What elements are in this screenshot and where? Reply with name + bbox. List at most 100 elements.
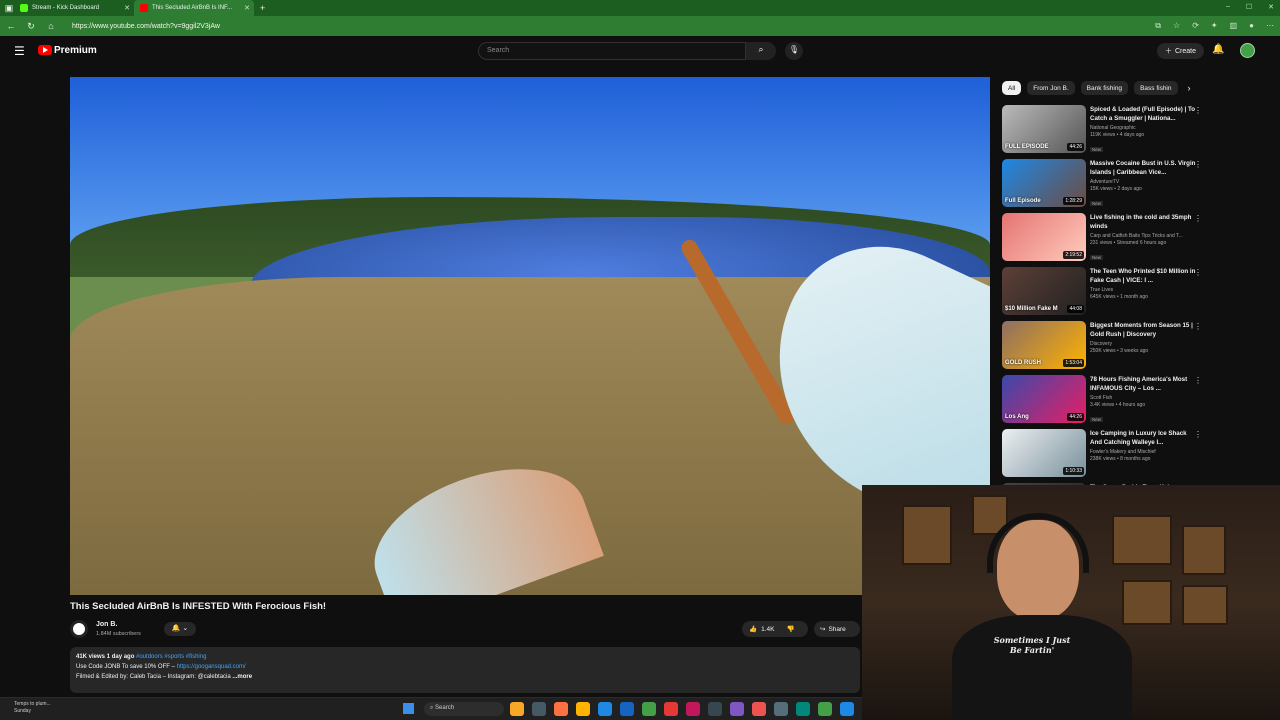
hashtags[interactable]: #outdoors #sports #fishing <box>136 654 206 660</box>
chip-bass-fishing[interactable]: Bass fishin <box>1134 81 1178 95</box>
recommendation-channel[interactable]: Carp and Catfish Baits Tips Tricks and T… <box>1090 233 1200 239</box>
more-actions-icon[interactable]: ⋮ <box>1194 214 1202 223</box>
reload-icon[interactable]: ↻ <box>26 21 36 32</box>
taskbar-app-icon[interactable] <box>532 702 546 716</box>
video-thumbnail[interactable]: 2:19:52 <box>1002 213 1086 261</box>
premium-brand[interactable]: Premium <box>54 45 97 56</box>
recommendation-channel[interactable]: AdventureTV <box>1090 179 1200 185</box>
like-icon[interactable]: 👍 <box>749 625 757 633</box>
recommendation-channel[interactable]: Discovery <box>1090 341 1200 347</box>
taskbar-app-icon[interactable] <box>752 702 766 716</box>
weather-widget[interactable]: Temps to plum... Sunday <box>14 701 51 715</box>
recommendation-title[interactable]: Spiced & Loaded (Full Episode) | To Catc… <box>1090 105 1200 123</box>
taskbar-app-icon[interactable] <box>642 702 656 716</box>
dislike-icon[interactable]: 👎 <box>786 625 794 633</box>
more-actions-icon[interactable]: ⋮ <box>1194 322 1202 331</box>
install-app-icon[interactable]: ⧉ <box>1155 21 1161 31</box>
taskbar-app-icon[interactable] <box>576 702 590 716</box>
extension-icon[interactable]: ⟳ <box>1192 21 1199 31</box>
search-button[interactable]: ⌕ <box>746 42 776 60</box>
maximize-icon[interactable]: ☐ <box>1246 3 1252 11</box>
tab-youtube-video[interactable]: This Secluded AirBnB Is INF... ✕ <box>134 0 254 16</box>
taskbar-app-icon[interactable] <box>664 702 678 716</box>
taskbar-app-icon[interactable] <box>708 702 722 716</box>
tab-actions-icon[interactable]: ▣ <box>4 3 14 14</box>
close-tab-icon[interactable]: ✕ <box>244 4 250 12</box>
recommendation-item[interactable]: 2:19:52 Live fishing in the cold and 35mp… <box>1002 213 1212 267</box>
close-tab-icon[interactable]: ✕ <box>124 4 130 12</box>
more-actions-icon[interactable]: ⋮ <box>1194 160 1202 169</box>
taskbar-app-icon[interactable] <box>510 702 524 716</box>
account-avatar[interactable] <box>1240 43 1255 58</box>
video-thumbnail[interactable]: FULL EPISODE 44:26 <box>1002 105 1086 153</box>
voice-search-button[interactable]: 🎙 <box>785 42 803 60</box>
recommendation-channel[interactable]: National Geographic <box>1090 125 1200 131</box>
recommendation-channel[interactable]: Fowler's Makery and Mischief <box>1090 449 1200 455</box>
video-thumbnail[interactable]: $10 Million Fake M 44:08 <box>1002 267 1086 315</box>
recommendation-item[interactable]: GOLD RUSH 1:53:04 Biggest Moments from Sea… <box>1002 321 1212 375</box>
recommendation-title[interactable]: Biggest Moments from Season 15 | Gold Ru… <box>1090 321 1200 339</box>
taskbar-app-icon[interactable] <box>818 702 832 716</box>
taskbar-app-icon[interactable] <box>598 702 612 716</box>
recommendation-item[interactable]: 1:10:33 Ice Camping in Luxury Ice Shack A… <box>1002 429 1212 483</box>
puzzle-icon[interactable]: ✦ <box>1211 21 1218 31</box>
recommendation-item[interactable]: Los Ang 44:26 78 Hours Fishing America's M… <box>1002 375 1212 429</box>
more-actions-icon[interactable]: ⋮ <box>1194 106 1202 115</box>
video-player[interactable] <box>70 77 990 595</box>
chip-all[interactable]: All <box>1002 81 1022 95</box>
more-actions-icon[interactable]: ⋮ <box>1194 376 1202 385</box>
channel-avatar[interactable] <box>70 620 88 638</box>
description-link[interactable]: https://googansquad.com/ <box>177 664 246 670</box>
chip-from-channel[interactable]: From Jon B. <box>1027 81 1075 95</box>
video-thumbnail[interactable]: 1:10:33 <box>1002 429 1086 477</box>
home-icon[interactable]: ⌂ <box>46 21 56 31</box>
youtube-logo-icon[interactable] <box>38 45 52 55</box>
recommendation-title[interactable]: The Teen Who Printed $10 Million in Fake… <box>1090 267 1200 285</box>
tab-kick-dashboard[interactable]: Stream - Kick Dashboard ✕ <box>14 0 134 16</box>
taskbar-app-icon[interactable] <box>840 702 854 716</box>
sidebar-icon[interactable]: ▥ <box>1230 21 1238 31</box>
more-actions-icon[interactable]: ⋮ <box>1194 268 1202 277</box>
taskbar-app-icon[interactable] <box>730 702 744 716</box>
description-box[interactable]: 41K views 1 day ago #outdoors #sports #f… <box>70 647 860 693</box>
recommendation-title[interactable]: Ice Camping in Luxury Ice Shack And Catc… <box>1090 429 1200 447</box>
windows-start-icon[interactable] <box>403 703 414 714</box>
recommendation-item[interactable]: Full Episode 1:28:29 Massive Cocaine Bust … <box>1002 159 1212 213</box>
video-thumbnail[interactable]: Los Ang 44:26 <box>1002 375 1086 423</box>
taskbar-app-icon[interactable] <box>774 702 788 716</box>
recommendation-item[interactable]: $10 Million Fake M 44:08 The Teen Who Prin… <box>1002 267 1212 321</box>
back-icon[interactable]: ← <box>6 21 16 31</box>
menu-dots-icon[interactable]: ⋯ <box>1266 21 1274 31</box>
recommendation-channel[interactable]: Scott Fish <box>1090 395 1200 401</box>
taskbar-app-icon[interactable] <box>686 702 700 716</box>
recommendation-item[interactable]: FULL EPISODE 44:26 Spiced & Loaded (Full E… <box>1002 105 1212 159</box>
like-count[interactable]: 1.4K <box>761 626 774 633</box>
recommendation-title[interactable]: Massive Cocaine Bust in U.S. Virgin Isla… <box>1090 159 1200 177</box>
taskbar-app-icon[interactable] <box>554 702 568 716</box>
video-thumbnail[interactable]: GOLD RUSH 1:53:04 <box>1002 321 1086 369</box>
recommendation-title[interactable]: Live fishing in the cold and 35mph winds <box>1090 213 1200 231</box>
chevron-right-icon[interactable]: › <box>1188 83 1191 93</box>
show-more-button[interactable]: ...more <box>232 674 252 680</box>
search-input[interactable]: Search <box>478 42 746 60</box>
close-window-icon[interactable]: ✕ <box>1268 3 1274 11</box>
taskbar-search[interactable]: ⌕ Search <box>424 702 504 716</box>
hamburger-menu-icon[interactable]: ☰ <box>14 44 25 58</box>
more-actions-icon[interactable]: ⋮ <box>1194 430 1202 439</box>
share-button[interactable]: ↪ Share <box>814 621 860 637</box>
channel-name[interactable]: Jon B. <box>96 621 117 628</box>
new-tab-button[interactable]: + <box>260 3 265 13</box>
profile-icon[interactable]: ● <box>1249 21 1254 31</box>
subscription-bell-button[interactable]: 🔔 ⌄ <box>164 622 196 636</box>
create-button[interactable]: ＋ Create <box>1157 43 1205 59</box>
chip-bank-fishing[interactable]: Bank fishing <box>1080 81 1129 95</box>
taskbar-app-icon[interactable] <box>796 702 810 716</box>
minimize-icon[interactable]: – <box>1226 3 1230 11</box>
video-thumbnail[interactable]: Full Episode 1:28:29 <box>1002 159 1086 207</box>
notifications-bell-icon[interactable]: 🔔 <box>1212 44 1224 55</box>
bookmark-star-icon[interactable]: ☆ <box>1173 21 1180 31</box>
recommendation-title[interactable]: 78 Hours Fishing America's Most INFAMOUS… <box>1090 375 1200 393</box>
recommendation-channel[interactable]: True Lives <box>1090 287 1200 293</box>
url-field[interactable]: https://www.youtube.com/watch?v=9ggil2V3… <box>72 23 1145 30</box>
taskbar-app-icon[interactable] <box>620 702 634 716</box>
